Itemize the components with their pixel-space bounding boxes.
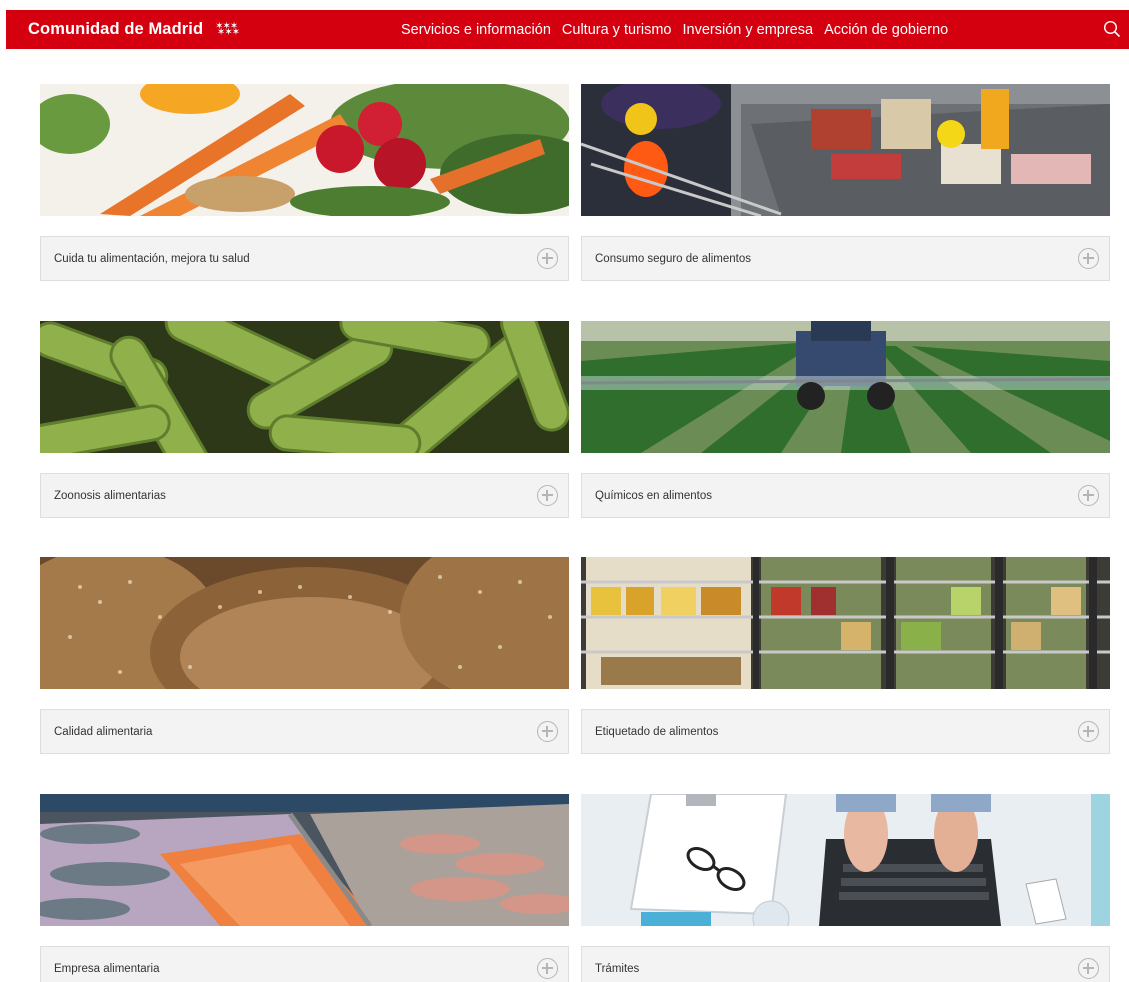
crop-spraying-photo <box>581 321 1110 453</box>
plus-circle-icon[interactable] <box>1078 721 1099 742</box>
fish-market-photo <box>40 794 569 926</box>
nav-accion[interactable]: Acción de gobierno <box>824 22 948 38</box>
topic-card[interactable]: Trámites <box>581 794 1110 982</box>
topic-card[interactable]: Cuida tu alimentación, mejora tu salud <box>40 84 569 281</box>
bread-photo <box>40 557 569 689</box>
main-nav: Servicios e información Cultura y turism… <box>401 10 959 49</box>
search-icon[interactable] <box>1103 20 1121 38</box>
laptop-desk-photo <box>581 794 1110 926</box>
site-header: Comunidad de Madrid ✶✶✶ ✶✶✶ Servicios e … <box>6 10 1129 49</box>
nav-cultura[interactable]: Cultura y turismo <box>562 22 672 38</box>
topic-card[interactable]: Zoonosis alimentarias <box>40 321 569 518</box>
brand-logo[interactable]: Comunidad de Madrid ✶✶✶ ✶✶✶ <box>28 20 240 39</box>
topic-card[interactable]: Químicos en alimentos <box>581 321 1110 518</box>
topic-label: Empresa alimentaria <box>54 962 160 975</box>
bacteria-photo <box>40 321 569 453</box>
topic-card[interactable]: Empresa alimentaria <box>40 794 569 982</box>
nav-servicios[interactable]: Servicios e información <box>401 22 551 38</box>
topic-card[interactable]: Etiquetado de alimentos <box>581 557 1110 754</box>
topic-bar[interactable]: Empresa alimentaria <box>40 946 569 982</box>
topic-label: Cuida tu alimentación, mejora tu salud <box>54 252 250 265</box>
topic-label: Trámites <box>595 962 640 975</box>
topic-label: Químicos en alimentos <box>595 489 712 502</box>
topic-bar[interactable]: Calidad alimentaria <box>40 709 569 754</box>
topic-label: Calidad alimentaria <box>54 725 153 738</box>
topic-bar[interactable]: Químicos en alimentos <box>581 473 1110 518</box>
plus-circle-icon[interactable] <box>537 958 558 979</box>
plus-circle-icon[interactable] <box>1078 485 1099 506</box>
plus-circle-icon[interactable] <box>537 485 558 506</box>
supermarket-checkout-photo <box>581 84 1110 216</box>
plus-circle-icon[interactable] <box>1078 248 1099 269</box>
topic-bar[interactable]: Trámites <box>581 946 1110 982</box>
topic-card[interactable]: Calidad alimentaria <box>40 557 569 754</box>
stars-icon: ✶✶✶ ✶✶✶ <box>215 20 240 38</box>
plus-circle-icon[interactable] <box>537 721 558 742</box>
plus-circle-icon[interactable] <box>537 248 558 269</box>
topic-bar[interactable]: Consumo seguro de alimentos <box>581 236 1110 281</box>
topic-label: Zoonosis alimentarias <box>54 489 166 502</box>
topic-bar[interactable]: Zoonosis alimentarias <box>40 473 569 518</box>
topic-card[interactable]: Consumo seguro de alimentos <box>581 84 1110 281</box>
topic-label: Etiquetado de alimentos <box>595 725 719 738</box>
supermarket-shelves-photo <box>581 557 1110 689</box>
brand-name: Comunidad de Madrid <box>28 20 204 38</box>
topic-bar[interactable]: Cuida tu alimentación, mejora tu salud <box>40 236 569 281</box>
plus-circle-icon[interactable] <box>1078 958 1099 979</box>
vegetables-photo <box>40 84 569 216</box>
topic-label: Consumo seguro de alimentos <box>595 252 751 265</box>
nav-inversion[interactable]: Inversión y empresa <box>683 22 814 38</box>
topic-bar[interactable]: Etiquetado de alimentos <box>581 709 1110 754</box>
